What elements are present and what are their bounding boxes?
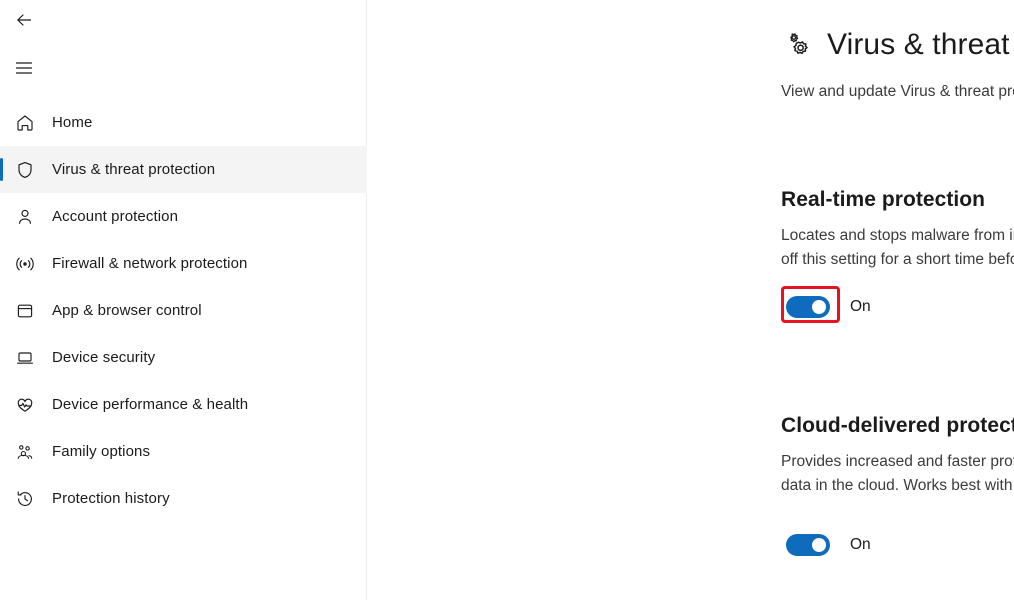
heart-pulse-icon <box>10 390 40 420</box>
toggle-knob <box>812 538 826 552</box>
section-heading-cloud: Cloud-delivered protection <box>781 414 1014 437</box>
toggle-knob <box>812 300 826 314</box>
sidebar-item-label: Home <box>52 113 93 131</box>
sidebar-item-label: Device security <box>52 348 156 366</box>
sidebar-item-virus-threat-protection[interactable]: Virus & threat protection <box>0 146 367 193</box>
realtime-protection-toggle-row: On <box>781 286 1014 323</box>
laptop-icon <box>10 343 40 373</box>
history-clock-icon <box>10 484 40 514</box>
section-description-realtime: Locates and stops malware from installin… <box>781 227 1014 268</box>
people-group-icon <box>10 437 40 467</box>
sidebar-item-label: Virus & threat protection <box>52 160 216 178</box>
home-icon <box>10 108 40 138</box>
person-icon <box>10 202 40 232</box>
sidebar-item-label: Family options <box>52 442 151 460</box>
realtime-protection-toggle[interactable] <box>786 296 830 318</box>
sidebar-item-label: Account protection <box>52 207 179 225</box>
sidebar-item-app-browser-control[interactable]: App & browser control <box>0 287 367 334</box>
sidebar-item-device-security[interactable]: Device security <box>0 334 367 381</box>
sidebar-item-home[interactable]: Home <box>0 99 367 146</box>
sidebar-item-protection-history[interactable]: Protection history <box>0 475 367 522</box>
section-description-cloud: Provides increased and faster protection… <box>781 453 1014 494</box>
hamburger-menu-button[interactable] <box>6 52 42 88</box>
page-header: Virus & threat protection settings <box>781 26 1014 64</box>
sidebar-item-label: Protection history <box>52 489 170 507</box>
page-subtitle: View and update Virus & threat protectio… <box>781 83 1014 100</box>
page-title: Virus & threat protection settings <box>827 28 1014 61</box>
back-arrow-icon <box>14 10 34 35</box>
settings-gears-icon <box>781 30 815 64</box>
navigation-sidebar: Home Virus & threat protection Account p… <box>0 0 367 600</box>
sidebar-item-label: Firewall & network protection <box>52 254 248 272</box>
cloud-toggle-state-label: On <box>850 536 871 553</box>
sidebar-item-account-protection[interactable]: Account protection <box>0 193 367 240</box>
realtime-toggle-state-label: On <box>850 298 871 315</box>
section-heading-realtime: Real-time protection <box>781 188 986 211</box>
cloud-delivered-protection-toggle[interactable] <box>786 534 830 556</box>
sidebar-nav-list: Home Virus & threat protection Account p… <box>0 99 367 522</box>
sidebar-item-device-performance-health[interactable]: Device performance & health <box>0 381 367 428</box>
back-button[interactable] <box>6 4 42 40</box>
shield-icon <box>10 155 40 185</box>
sidebar-item-label: Device performance & health <box>52 395 249 413</box>
sidebar-item-firewall-network-protection[interactable]: Firewall & network protection <box>0 240 367 287</box>
cloud-protection-toggle-row: On <box>786 534 1014 556</box>
hamburger-menu-icon <box>14 58 34 83</box>
realtime-protection-section: Real-time protection Locates and stops m… <box>781 186 1014 323</box>
cloud-delivered-protection-section: Cloud-delivered protection Provides incr… <box>781 412 1014 556</box>
app-window-icon <box>10 296 40 326</box>
main-content-pane: Virus & threat protection settings View … <box>367 0 1014 600</box>
wifi-signal-icon <box>10 249 40 279</box>
windows-security-window: Home Virus & threat protection Account p… <box>0 0 1014 600</box>
sidebar-item-label: App & browser control <box>52 301 202 319</box>
sidebar-item-family-options[interactable]: Family options <box>0 428 367 475</box>
